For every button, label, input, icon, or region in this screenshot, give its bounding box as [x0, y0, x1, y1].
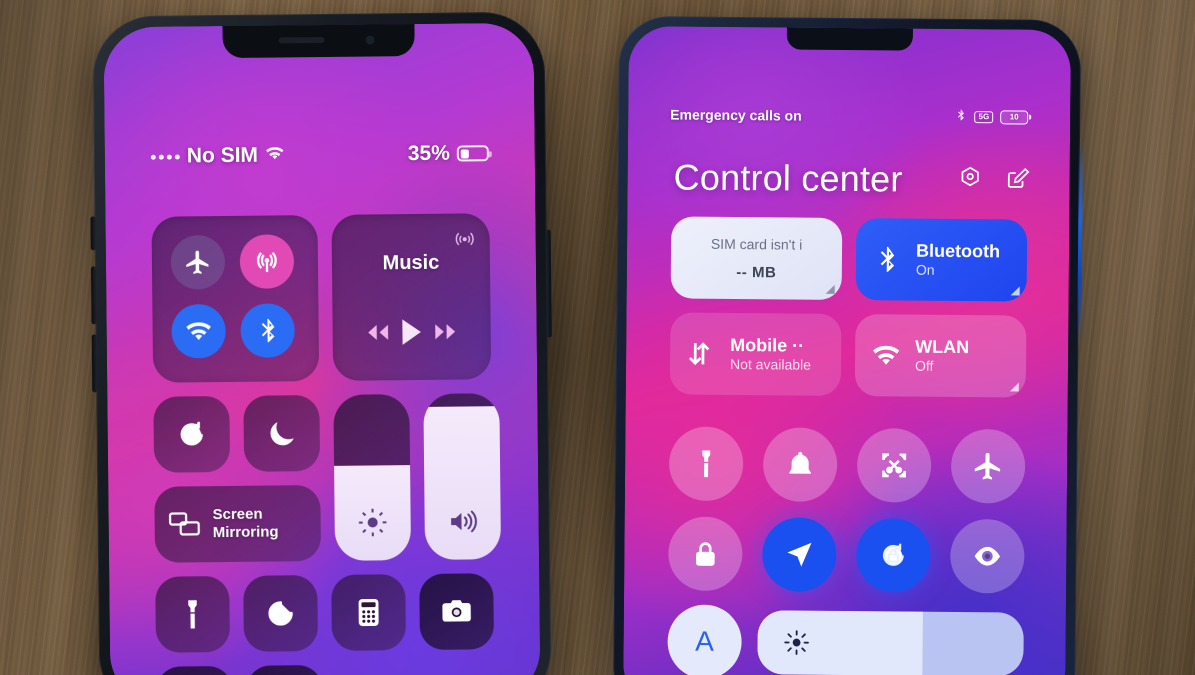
volume-slider[interactable]	[423, 393, 502, 560]
cc-left-column: Screen Mirroring	[153, 395, 322, 563]
android-carrier-label: Emergency calls on	[670, 105, 802, 124]
location-toggle[interactable]	[762, 517, 837, 592]
android-battery-icon: 10	[1000, 109, 1029, 125]
carrier-label: No SIM	[186, 143, 259, 168]
music-widget[interactable]: Music	[331, 213, 492, 381]
ios-control-center: Music Screen Mirroring	[151, 213, 502, 675]
cc-small-toggles	[153, 395, 321, 473]
silent-mode-toggle[interactable]	[762, 427, 838, 502]
cc-row-connectivity: Music	[151, 213, 492, 383]
sim-card-tile[interactable]: SIM card isn't i -- MB	[670, 216, 843, 300]
cc-row-shortcuts-partial	[156, 663, 495, 675]
wlan-tile-title: WLAN	[915, 336, 970, 357]
iphone-screen: No SIM 35% Music Screen Mirroring	[103, 22, 541, 675]
screen-mirroring-icon	[168, 512, 200, 536]
wifi-toggle-button[interactable]	[171, 304, 226, 359]
bluetooth-tile[interactable]: Bluetooth On	[855, 218, 1028, 302]
iphone-volume-up-button[interactable]	[90, 266, 97, 325]
android-tile-grid: SIM card isn't i -- MB Bluetooth On Mobi…	[669, 216, 1028, 411]
bluetooth-tile-title: Bluetooth	[915, 240, 1001, 262]
android-toggle-grid	[668, 426, 1026, 609]
toggle-row-1	[668, 426, 1026, 504]
bluetooth-icon	[870, 244, 904, 274]
volume-icon	[448, 506, 478, 541]
android-device: Emergency calls on 5G 10 Control center	[612, 15, 1083, 675]
screen-mirroring-button[interactable]: Screen Mirroring	[154, 485, 322, 563]
camera-button[interactable]	[419, 573, 494, 650]
expand-corner-icon[interactable]	[1010, 286, 1020, 296]
flashlight-button[interactable]	[155, 575, 231, 653]
lock-toggle[interactable]	[668, 516, 743, 592]
iphone-volume-down-button[interactable]	[91, 334, 98, 393]
screenshot-toggle[interactable]	[856, 428, 932, 503]
mobile-data-tile[interactable]: Mobile ·· Not available	[669, 312, 842, 396]
edit-pencil-icon[interactable]	[1005, 165, 1030, 195]
brightness-slider[interactable]	[333, 394, 412, 561]
sound-recognition-button[interactable]	[246, 665, 323, 675]
rewind-button[interactable]	[361, 321, 395, 348]
auto-rotate-toggle[interactable]	[856, 518, 931, 593]
screen-mirroring-label-1: Screen	[212, 505, 263, 524]
cc-row-shortcuts	[155, 573, 494, 653]
battery-percent-label: 35%	[407, 141, 450, 166]
android-notch	[786, 27, 913, 51]
sim-card-tile-subtitle: -- MB	[736, 263, 777, 281]
wifi-icon	[869, 340, 903, 370]
battery-icon	[456, 145, 489, 162]
sim-card-tile-title: SIM card isn't i	[710, 235, 803, 253]
cellular-data-button[interactable]	[239, 234, 295, 289]
rotation-lock-button[interactable]	[153, 395, 231, 473]
android-screen: Emergency calls on 5G 10 Control center	[623, 26, 1071, 675]
airplane-mode-toggle[interactable]	[950, 428, 1026, 504]
play-button[interactable]	[399, 317, 425, 352]
auto-brightness-button[interactable]: A	[667, 604, 742, 675]
qr-scanner-button[interactable]	[156, 665, 233, 675]
fast-forward-button[interactable]	[429, 321, 463, 348]
airplay-icon[interactable]	[454, 225, 476, 247]
bluetooth-toggle-button[interactable]	[240, 303, 295, 358]
brightness-icon	[358, 507, 388, 542]
tile-row-2: Mobile ·· Not available WLAN Off	[669, 312, 1027, 398]
wifi-icon	[265, 143, 285, 167]
network-badge-icon: 5G	[974, 110, 994, 123]
flashlight-toggle[interactable]	[668, 426, 744, 502]
bluetooth-icon	[954, 107, 967, 126]
brightness-icon	[784, 630, 809, 655]
cc-row-middle: Screen Mirroring	[153, 393, 502, 563]
android-brightness-row: A	[667, 604, 1024, 675]
screen-mirroring-label-2: Mirroring	[212, 523, 279, 542]
iphone-mute-switch[interactable]	[90, 216, 96, 251]
android-status-bar: Emergency calls on 5G 10	[628, 104, 1070, 127]
android-control-center-header: Control center	[673, 156, 1030, 201]
expand-corner-icon[interactable]	[1009, 382, 1019, 392]
connectivity-module	[151, 215, 320, 383]
airplane-mode-button[interactable]	[170, 235, 226, 290]
music-title: Music	[382, 251, 440, 275]
expand-corner-icon[interactable]	[825, 284, 835, 294]
settings-hexagon-icon[interactable]	[958, 165, 983, 195]
mobile-data-tile-subtitle: Not available	[729, 355, 812, 373]
iphone-notch	[222, 22, 415, 59]
page-title: Control center	[673, 156, 903, 200]
wlan-tile-subtitle: Off	[914, 357, 934, 374]
iphone-device: No SIM 35% Music Screen Mirroring	[90, 11, 552, 675]
music-controls	[349, 316, 475, 364]
reading-mode-toggle[interactable]	[950, 518, 1025, 594]
toggle-row-2	[668, 516, 1025, 594]
signal-dots-icon	[150, 153, 180, 160]
do-not-disturb-button[interactable]	[243, 395, 321, 472]
cc-sliders	[333, 393, 502, 561]
timer-button[interactable]	[243, 575, 319, 652]
mobile-data-icon	[684, 339, 718, 369]
ios-status-bar: No SIM 35%	[105, 141, 535, 170]
mobile-data-tile-title: Mobile ··	[730, 334, 805, 356]
calculator-button[interactable]	[331, 574, 407, 651]
tile-row-1: SIM card isn't i -- MB Bluetooth On	[670, 216, 1028, 302]
wlan-tile[interactable]: WLAN Off	[854, 314, 1027, 398]
bluetooth-tile-subtitle: On	[915, 261, 935, 278]
brightness-slider[interactable]	[757, 610, 1024, 675]
